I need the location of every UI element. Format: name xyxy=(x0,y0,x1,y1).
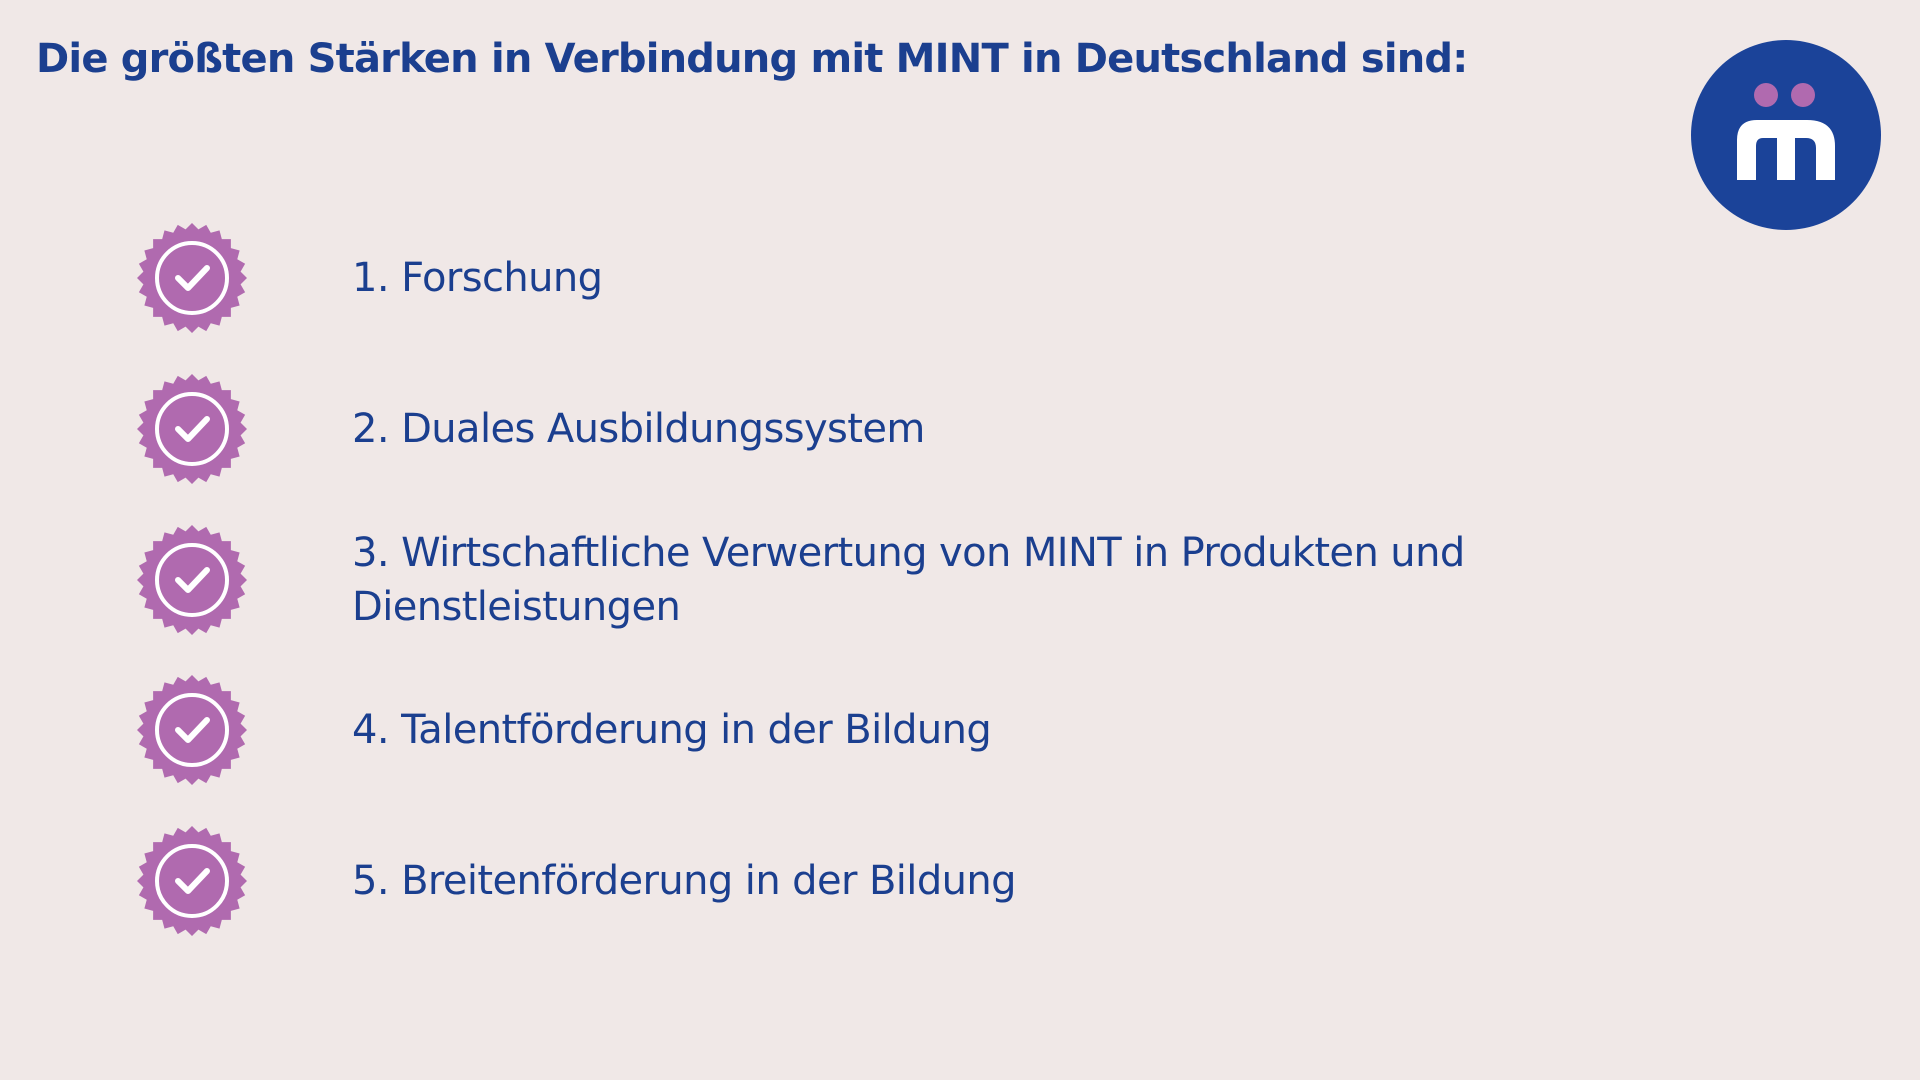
check-badge-icon xyxy=(137,675,247,785)
slide: Die größten Stärken in Verbindung mit MI… xyxy=(0,0,1920,1080)
item-label: 2. Duales Ausbildungssystem xyxy=(352,406,925,452)
check-badge-icon xyxy=(137,525,247,635)
item-label: 5. Breitenförderung in der Bildung xyxy=(352,858,1017,904)
list-item: 1. Forschung xyxy=(0,223,1600,333)
slide-title: Die größten Stärken in Verbindung mit MI… xyxy=(36,36,1468,82)
item-label: 3. Wirtschaftliche Verwertung von MINT i… xyxy=(352,530,1465,630)
list-item: 4. Talentförderung in der Bildung xyxy=(0,675,1600,785)
check-badge-icon xyxy=(137,826,247,936)
logo xyxy=(1691,40,1881,230)
item-label: 1. Forschung xyxy=(352,255,603,301)
list-item: 5. Breitenförderung in der Bildung xyxy=(0,826,1600,936)
item-label: 4. Talentförderung in der Bildung xyxy=(352,707,992,753)
check-badge-icon xyxy=(137,374,247,484)
check-badge-icon xyxy=(137,223,247,333)
list-item: 3. Wirtschaftliche Verwertung von MINT i… xyxy=(0,525,1600,635)
list-item: 2. Duales Ausbildungssystem xyxy=(0,374,1600,484)
